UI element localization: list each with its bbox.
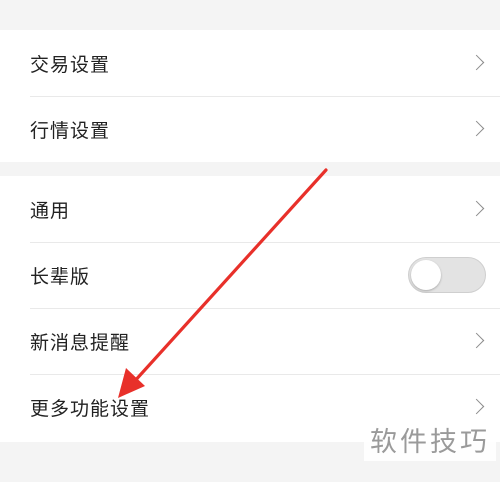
watermark: 软件技巧	[364, 418, 496, 461]
row-label: 长辈版	[30, 265, 91, 288]
row-label: 更多功能设置	[30, 397, 151, 420]
settings-row-trade-settings[interactable]: 交易设置	[0, 30, 500, 96]
settings-row-general[interactable]: 通用	[0, 176, 500, 242]
settings-group-general: 通用 长辈版 新消息提醒 更多功能设置	[0, 176, 500, 442]
chevron-right-icon	[468, 332, 485, 349]
row-label: 交易设置	[30, 53, 111, 76]
top-spacer	[0, 0, 500, 30]
settings-row-notifications[interactable]: 新消息提醒	[0, 308, 500, 374]
chevron-right-icon	[468, 200, 485, 217]
elder-mode-toggle[interactable]	[408, 257, 486, 293]
chevron-right-icon	[468, 120, 485, 137]
settings-row-elder-mode: 长辈版	[0, 242, 500, 308]
chevron-right-icon	[468, 398, 485, 415]
chevron-right-icon	[468, 54, 485, 71]
row-label: 通用	[30, 199, 71, 222]
settings-group-trading: 交易设置 行情设置	[0, 30, 500, 162]
row-label: 新消息提醒	[30, 331, 131, 354]
toggle-knob	[411, 260, 441, 290]
row-label: 行情设置	[30, 119, 111, 142]
settings-row-market-settings[interactable]: 行情设置	[0, 96, 500, 162]
